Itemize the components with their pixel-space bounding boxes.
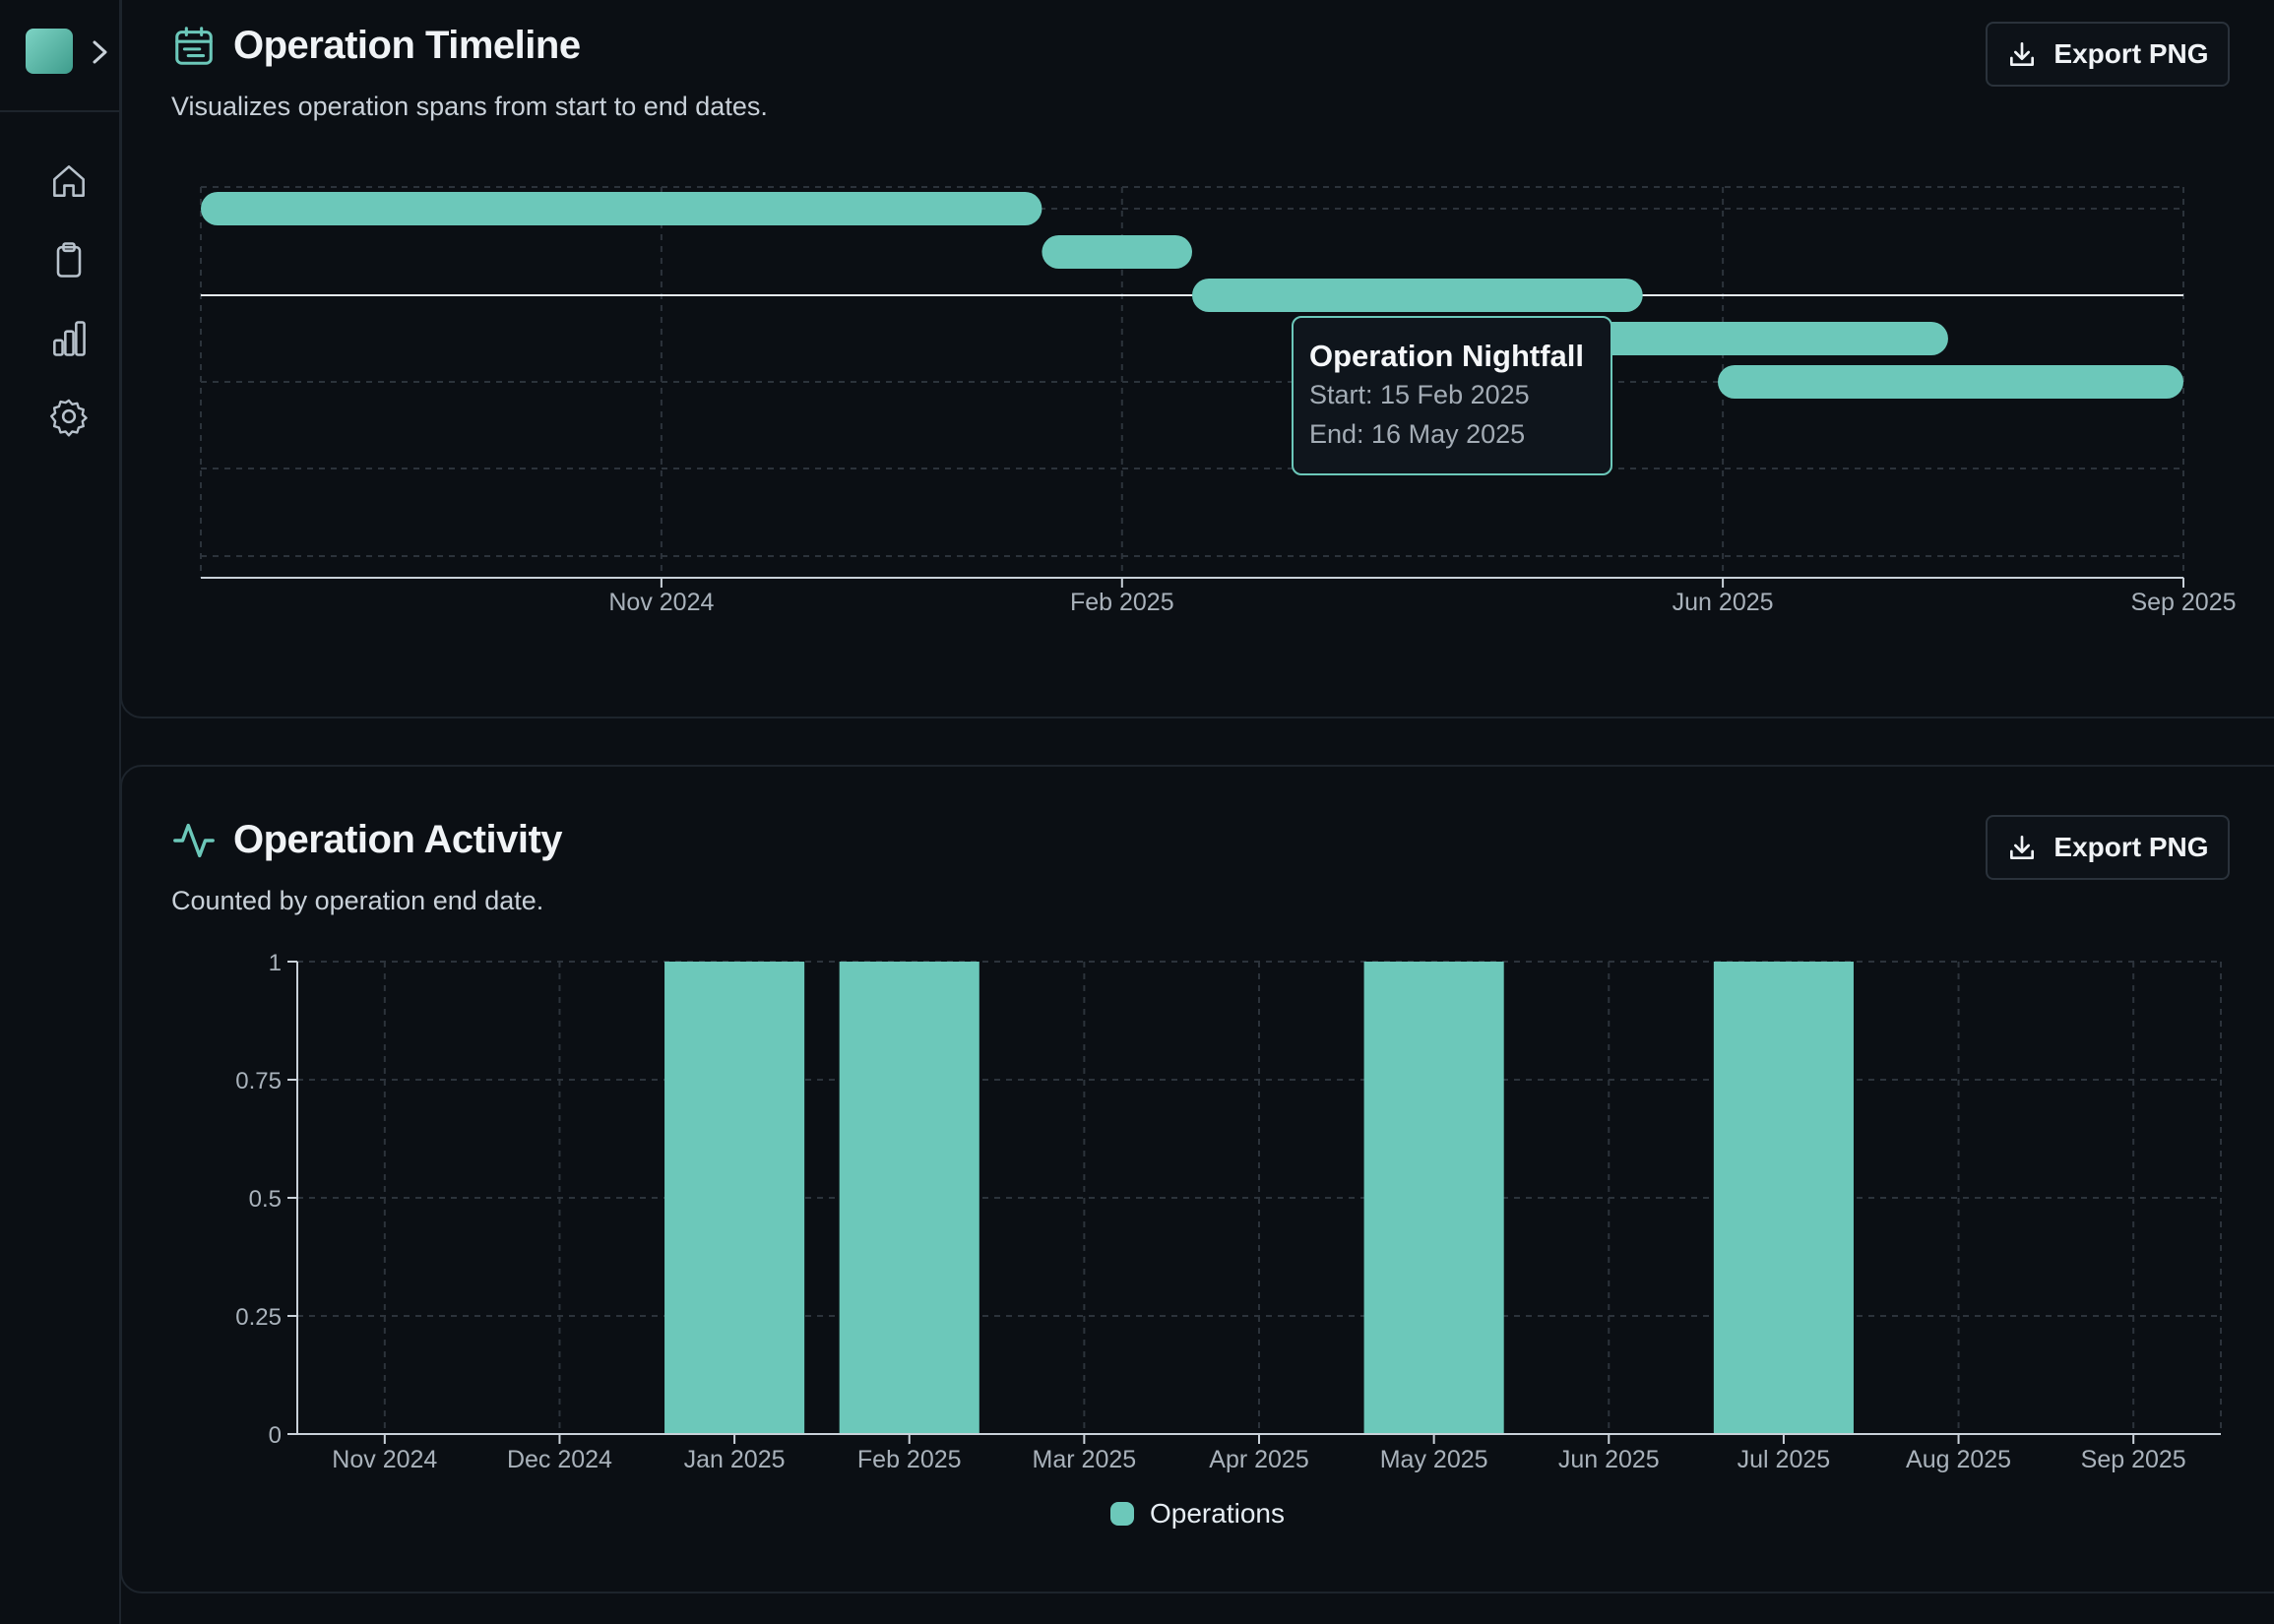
y-tick-label: 0.75 <box>235 1068 282 1094</box>
timeline-bar <box>1042 235 1192 269</box>
export-png-label: Export PNG <box>2053 832 2209 862</box>
tooltip-end: End: 16 May 2025 <box>1309 419 1526 449</box>
activity-bar <box>1363 962 1504 1434</box>
x-tick-label: Mar 2025 <box>1033 1446 1137 1473</box>
chart-tooltip: Operation Nightfall Start: 15 Feb 2025 E… <box>1292 316 1612 475</box>
x-tick-label: Apr 2025 <box>1209 1446 1308 1473</box>
timeline-chart: Nov 2024 Feb 2025 Jun 2025 Sep 2025 <box>200 186 2237 616</box>
legend-label: Operations <box>1150 1498 1285 1529</box>
x-tick-label: Feb 2025 <box>1070 589 1174 616</box>
x-tick-label: Sep 2025 <box>2081 1446 2186 1473</box>
activity-icon <box>173 823 215 858</box>
activity-bar <box>839 962 979 1434</box>
activity-bar <box>664 962 805 1434</box>
x-tick-label: Sep 2025 <box>2130 589 2236 616</box>
card-subtitle: Counted by operation end date. <box>171 886 544 915</box>
x-tick-label: Jan 2025 <box>684 1446 786 1473</box>
export-png-button[interactable]: Export PNG <box>1986 815 2230 880</box>
activity-chart: 0 0.25 0.5 0.75 1 Nov 2024 Dec 2024 Jan 2025 Feb… <box>235 950 2222 1473</box>
section-title: Operation Activity <box>233 818 563 861</box>
x-tick-label: Nov 2024 <box>608 589 714 616</box>
x-tick-label: Nov 2024 <box>332 1446 437 1473</box>
y-tick-label: 0.25 <box>235 1304 282 1331</box>
y-tick-label: 0.5 <box>249 1186 282 1213</box>
chart-legend: Operations <box>1110 1498 1285 1530</box>
download-icon <box>2010 836 2035 859</box>
x-tick-label: May 2025 <box>1380 1446 1488 1473</box>
activity-bar <box>1713 962 1854 1434</box>
timeline-bar <box>1718 365 2183 399</box>
y-tick-label: 1 <box>269 950 282 976</box>
x-tick-label: Jun 2025 <box>1558 1446 1660 1473</box>
timeline-bar <box>201 192 1042 225</box>
timeline-bar <box>1192 279 1643 312</box>
tooltip-title: Operation Nightfall <box>1309 339 1584 373</box>
x-tick-label: Aug 2025 <box>1906 1446 2011 1473</box>
x-tick-label: Feb 2025 <box>857 1446 962 1473</box>
x-tick-label: Jun 2025 <box>1673 589 1774 616</box>
x-tick-label: Dec 2024 <box>507 1446 612 1473</box>
x-tick-label: Jul 2025 <box>1737 1446 1831 1473</box>
y-tick-label: 0 <box>269 1422 282 1449</box>
tooltip-start: Start: 15 Feb 2025 <box>1309 380 1530 409</box>
legend-swatch <box>1110 1502 1134 1526</box>
